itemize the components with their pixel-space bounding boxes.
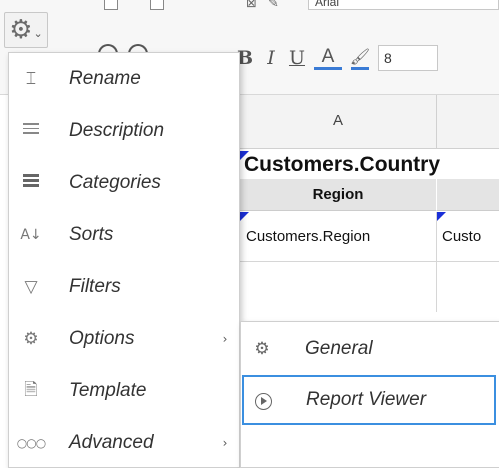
border-icon[interactable] [104,0,118,10]
menu-item-sorts[interactable]: A↓ Sorts [9,209,239,261]
menu-item-label: Sorts [69,224,114,245]
gear-icon: ⚙ [254,339,270,359]
rename-icon: ⌶ [25,69,37,89]
italic-button[interactable]: I [258,47,284,69]
menu-item-label: Description [69,120,165,141]
sort-az-icon: A↓ [20,227,42,243]
gear-icon: ⚙ [9,15,33,45]
column-header-row: A [240,95,499,149]
border-inner-icon[interactable] [150,0,164,10]
settings-menu-button[interactable]: ⚙ ⌄ [4,12,48,48]
region-value-cell[interactable]: Customers.Region [240,212,437,262]
submenu-item-label: General [305,338,373,359]
filter-icon: ▽ [24,277,38,297]
description-icon [9,120,53,142]
settings-dropdown-menu: ⌶ Rename Description Categories A↓ Sorts… [8,52,240,468]
header-cell-b[interactable] [437,179,499,211]
cell-marker [240,212,249,221]
submenu-item-general[interactable]: ⚙ General [243,324,499,374]
menu-item-categories[interactable]: Categories [9,157,239,209]
region-header-cell[interactable]: Region [240,179,437,211]
menu-item-options[interactable]: ⚙ Options › [9,313,239,365]
brush-icon[interactable]: ✎ [268,0,279,14]
submenu-item-label: Report Viewer [306,389,427,410]
options-submenu: ⚙ General Report Viewer [240,321,499,468]
chevron-right-icon: › [222,332,228,346]
chevron-right-icon: › [222,436,228,450]
menu-item-label: Categories [69,172,161,193]
clear-format-icon[interactable]: ⊠ [246,0,257,14]
menu-item-rename[interactable]: ⌶ Rename [9,53,239,105]
font-name-field[interactable]: Arial [308,0,499,10]
empty-cell[interactable] [240,262,437,312]
fill-color-button[interactable]: 🖌 [346,47,374,70]
font-size-field[interactable]: 8 [378,45,438,71]
menu-item-label: Template [69,380,147,401]
submenu-item-report-viewer[interactable]: Report Viewer [242,375,496,425]
menu-item-template[interactable]: 🗎 Template [9,365,239,417]
menu-item-filters[interactable]: ▽ Filters [9,261,239,313]
column-header-a[interactable]: A [240,95,437,149]
cell-marker [240,151,249,160]
cell-marker [437,212,446,221]
font-color-button[interactable]: A [314,46,342,70]
menu-item-label: Rename [69,68,141,89]
gear-icon: ⚙ [23,329,39,349]
document-icon: 🗎 [24,379,38,400]
menu-item-label: Advanced [69,432,154,453]
menu-item-label: Filters [69,276,121,297]
underline-button[interactable]: U [284,47,310,69]
format-controls: B I U A 🖌 8 [232,40,438,76]
chevron-down-icon: ⌄ [33,26,43,40]
menu-item-label: Options [69,328,135,349]
paint-bucket-icon: 🖌 [349,46,371,66]
play-circle-icon [244,390,282,410]
more-icon: ○○○ [16,436,46,450]
country-cell[interactable]: Customers.Country [240,151,499,179]
region-value-cell-b[interactable]: Custo [437,212,499,262]
categories-icon [9,172,53,194]
menu-item-description[interactable]: Description [9,105,239,157]
menu-item-advanced[interactable]: ○○○ Advanced › [9,417,239,468]
